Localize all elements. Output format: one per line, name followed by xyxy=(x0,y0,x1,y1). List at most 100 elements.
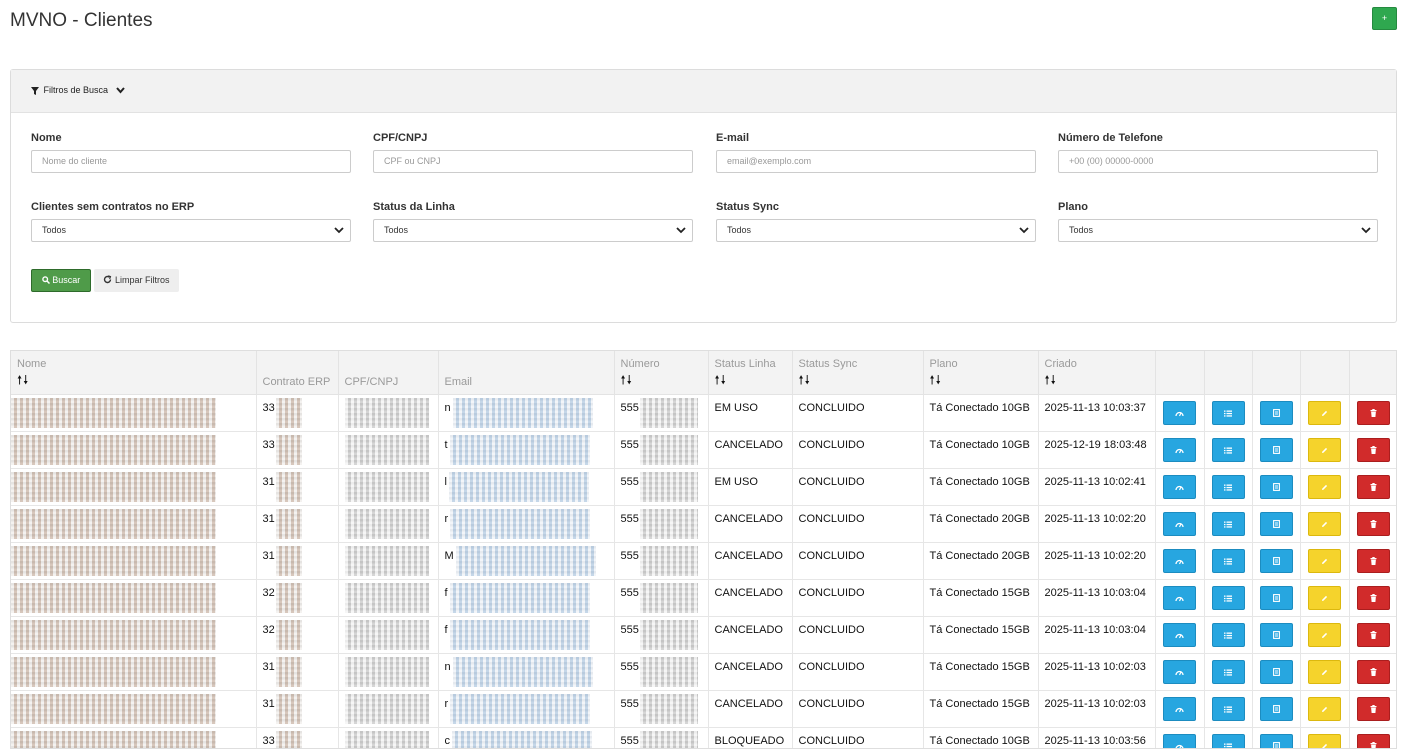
details-list-button[interactable] xyxy=(1211,400,1245,425)
cell-cpf xyxy=(338,431,439,469)
name-input[interactable]: Nome do cliente xyxy=(31,150,351,173)
redacted-contract xyxy=(275,508,302,539)
edit-button[interactable] xyxy=(1308,585,1341,610)
cell-action-doc xyxy=(1252,394,1301,432)
sync-status-select-value: Todos xyxy=(727,225,752,235)
redacted-phone xyxy=(639,730,698,748)
consumption-button[interactable] xyxy=(1163,474,1196,499)
delete-button[interactable] xyxy=(1357,511,1391,536)
consumption-button[interactable] xyxy=(1163,548,1196,573)
table-header-row: Nome 🠕🠗 Contrato ERP CPF/CNPJ Email Númer… xyxy=(11,351,1396,395)
list-icon xyxy=(1224,743,1232,748)
document-button[interactable] xyxy=(1259,659,1293,684)
phone-input[interactable]: +00 (00) 00000-0000 xyxy=(1058,150,1378,173)
chevron-down-icon xyxy=(1019,227,1029,234)
document-button[interactable] xyxy=(1259,437,1293,462)
details-list-button[interactable] xyxy=(1211,696,1245,721)
delete-button[interactable] xyxy=(1357,733,1391,748)
consumption-button[interactable] xyxy=(1163,511,1196,536)
edit-button[interactable] xyxy=(1308,696,1341,721)
cell-action-doc xyxy=(1252,727,1301,748)
sort-icon[interactable]: 🠕🠗 xyxy=(621,374,702,386)
consumption-button[interactable] xyxy=(1163,400,1196,425)
col-action-3 xyxy=(1252,351,1301,395)
details-list-button[interactable] xyxy=(1211,548,1245,573)
redacted-email xyxy=(452,397,593,428)
consumption-button[interactable] xyxy=(1163,437,1196,462)
plan-select[interactable]: Todos xyxy=(1058,219,1378,242)
delete-button[interactable] xyxy=(1357,622,1391,647)
sort-icon[interactable]: 🠕🠗 xyxy=(799,374,917,386)
sort-icon[interactable]: 🠕🠗 xyxy=(1045,374,1149,386)
document-icon xyxy=(1272,630,1280,639)
delete-button[interactable] xyxy=(1357,696,1391,721)
edit-button[interactable] xyxy=(1308,437,1341,462)
document-button[interactable] xyxy=(1259,585,1293,610)
delete-button[interactable] xyxy=(1357,400,1391,425)
document-button[interactable] xyxy=(1259,474,1293,499)
delete-button[interactable] xyxy=(1357,548,1391,573)
edit-button[interactable] xyxy=(1308,733,1341,748)
edit-button[interactable] xyxy=(1308,659,1341,684)
details-list-button[interactable] xyxy=(1211,437,1245,462)
consumption-button[interactable] xyxy=(1163,733,1196,748)
delete-button[interactable] xyxy=(1357,585,1391,610)
line-status-filter-label: Status da Linha xyxy=(373,201,455,213)
sort-icon[interactable]: 🠕🠗 xyxy=(930,374,1032,386)
search-icon xyxy=(41,276,50,285)
details-list-button[interactable] xyxy=(1211,585,1245,610)
cell-plano: Tá Conectado 15GB xyxy=(923,653,1039,691)
edit-button[interactable] xyxy=(1308,622,1341,647)
edit-button[interactable] xyxy=(1308,400,1341,425)
email-input[interactable]: email@exemplo.com xyxy=(716,150,1036,173)
cell-contrato: 32 xyxy=(256,579,339,617)
consumption-button[interactable] xyxy=(1163,585,1196,610)
erp-contract-select[interactable]: Todos xyxy=(31,219,351,242)
line-status-select[interactable]: Todos xyxy=(373,219,693,242)
search-button[interactable]: Buscar xyxy=(31,269,91,292)
edit-button[interactable] xyxy=(1308,474,1341,499)
redacted-contract xyxy=(275,545,302,576)
details-list-button[interactable] xyxy=(1211,622,1245,647)
plan-select-value: Todos xyxy=(1069,225,1094,235)
document-icon xyxy=(1272,741,1280,748)
document-button[interactable] xyxy=(1259,511,1293,536)
add-client-button[interactable]: + xyxy=(1372,7,1397,30)
sort-icon[interactable]: 🠕🠗 xyxy=(17,374,250,386)
filter-toggle[interactable]: Filtros de Busca xyxy=(11,70,1396,113)
consumption-button[interactable] xyxy=(1163,659,1196,684)
document-button[interactable] xyxy=(1259,622,1293,647)
cell-nome xyxy=(11,542,257,580)
document-button[interactable] xyxy=(1259,400,1293,425)
cell-action-consumption xyxy=(1155,505,1205,543)
contract-value: 31 xyxy=(262,697,275,710)
document-button[interactable] xyxy=(1259,696,1293,721)
clear-filters-button[interactable]: Limpar Filtros xyxy=(94,269,179,292)
trash-icon xyxy=(1370,741,1377,748)
sort-icon[interactable]: 🠕🠗 xyxy=(715,374,786,386)
edit-button[interactable] xyxy=(1308,511,1341,536)
document-button[interactable] xyxy=(1259,548,1293,573)
details-list-button[interactable] xyxy=(1211,659,1245,684)
delete-button[interactable] xyxy=(1357,437,1391,462)
delete-button[interactable] xyxy=(1357,659,1391,684)
cpf-input[interactable]: CPF ou CNPJ xyxy=(373,150,693,173)
document-button[interactable] xyxy=(1259,733,1293,748)
cell-action-delete xyxy=(1349,505,1396,543)
cell-action-list xyxy=(1204,653,1253,691)
edit-button[interactable] xyxy=(1308,548,1341,573)
redacted-email xyxy=(449,619,590,650)
details-list-button[interactable] xyxy=(1211,474,1245,499)
details-list-button[interactable] xyxy=(1211,511,1245,536)
consumption-button[interactable] xyxy=(1163,622,1196,647)
pencil-icon xyxy=(1322,558,1328,564)
cell-email: f xyxy=(438,579,615,617)
cell-action-list xyxy=(1204,542,1253,580)
delete-button[interactable] xyxy=(1357,474,1391,499)
trash-icon xyxy=(1370,482,1377,491)
consumption-button[interactable] xyxy=(1163,696,1196,721)
cell-status-linha: EM USO xyxy=(708,468,793,506)
redacted-email xyxy=(449,434,590,465)
sync-status-select[interactable]: Todos xyxy=(716,219,1036,242)
details-list-button[interactable] xyxy=(1211,733,1245,748)
